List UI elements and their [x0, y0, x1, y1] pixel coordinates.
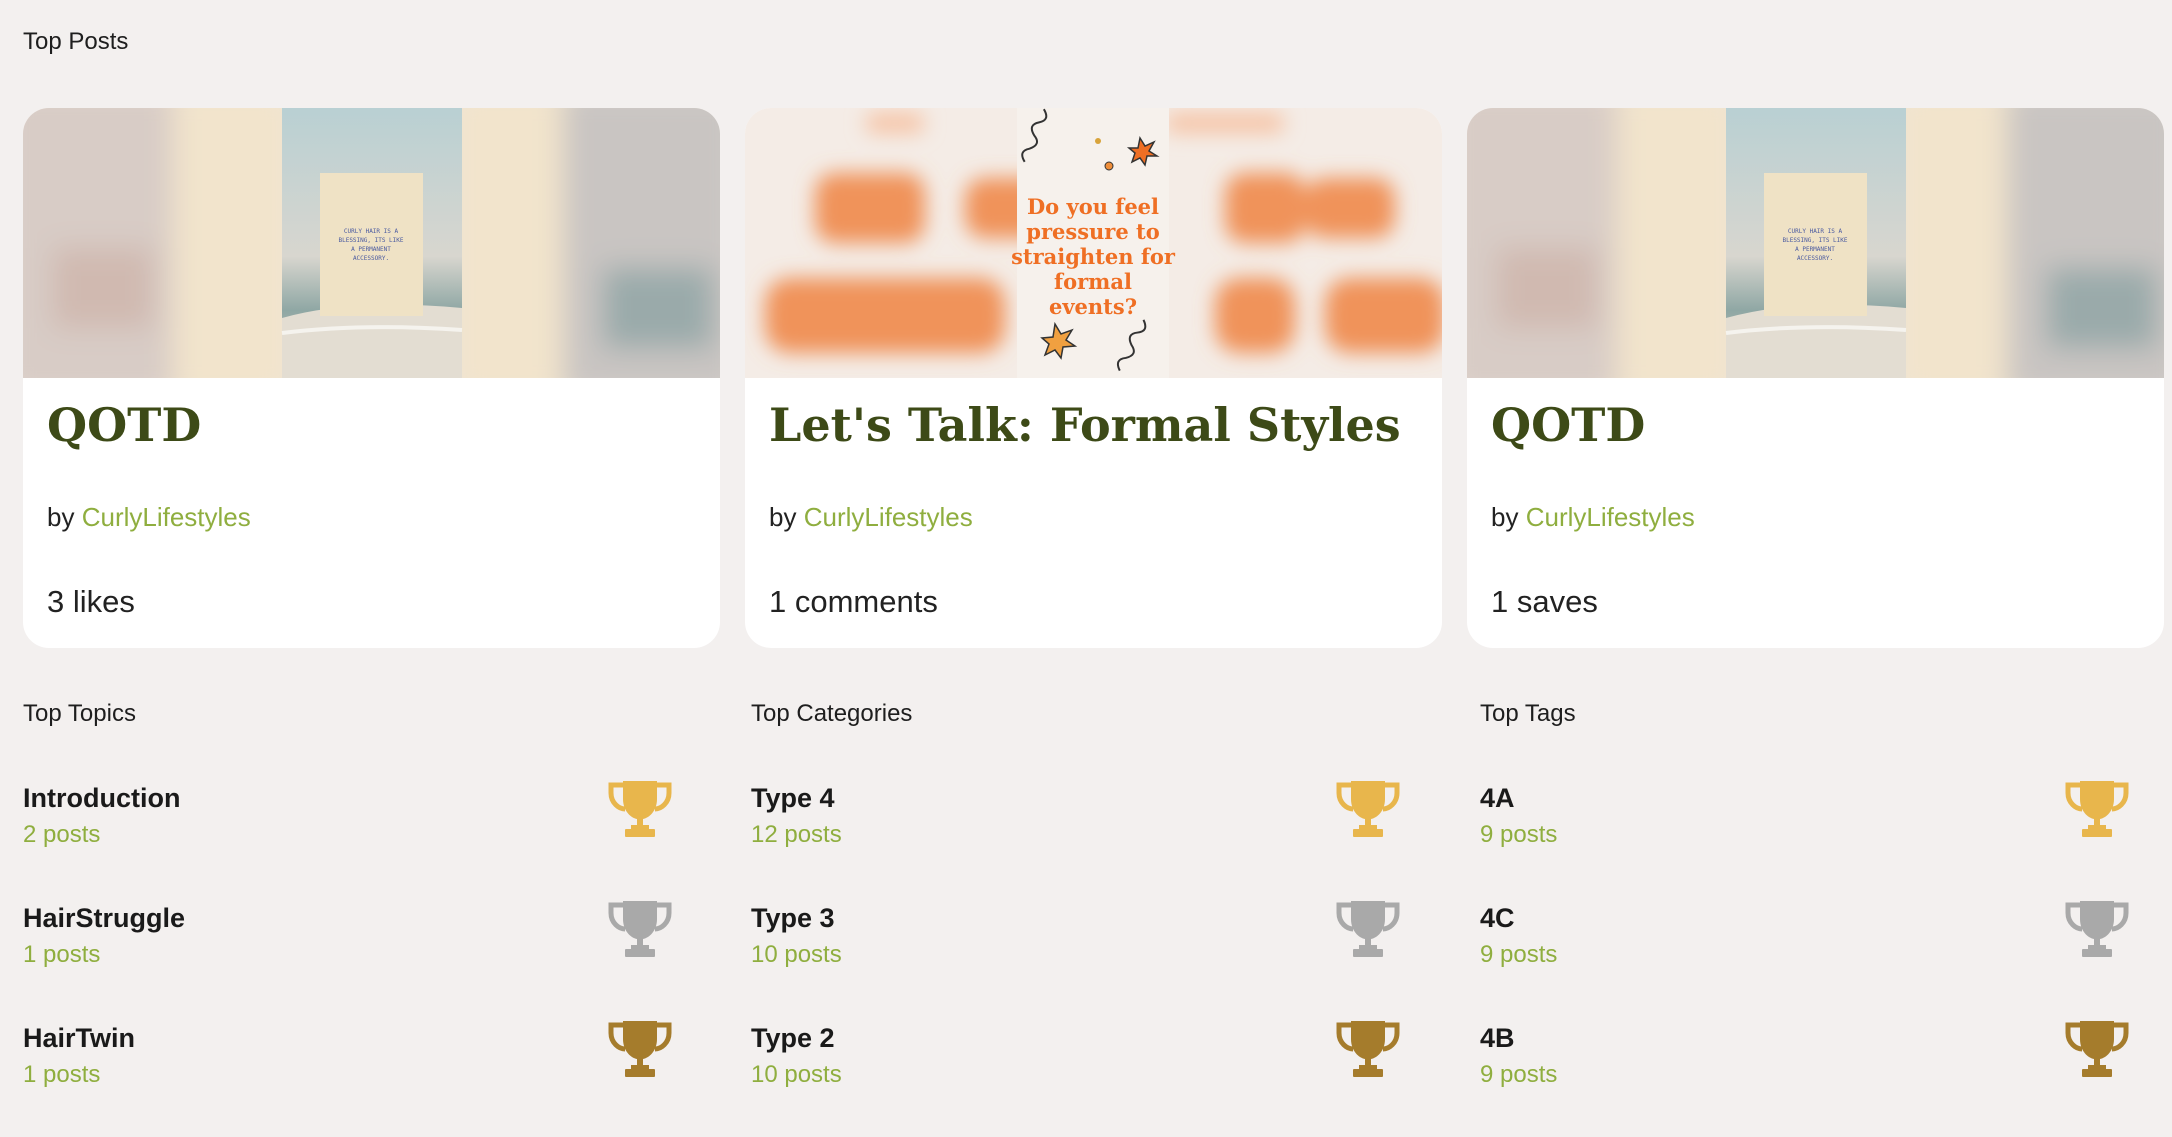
post-count: 9 posts [1480, 941, 1558, 968]
list-item[interactable]: Type 3 10 posts [751, 895, 1441, 995]
post-count: 9 posts [1480, 821, 1558, 848]
trophy-icon [608, 781, 672, 837]
category-name[interactable]: Type 2 [751, 1023, 835, 1054]
post-count: 12 posts [751, 821, 842, 848]
trophy-icon [608, 901, 672, 957]
top-topics-heading: Top Topics [23, 700, 136, 727]
top-tags-heading: Top Tags [1480, 700, 1576, 727]
post-title[interactable]: Let's Talk: Formal Styles [769, 398, 1401, 452]
trophy-icon [1336, 781, 1400, 837]
post-title[interactable]: QOTD [1491, 398, 1645, 452]
post-count: 10 posts [751, 1061, 842, 1088]
category-name[interactable]: Type 3 [751, 903, 835, 934]
image-text-line-1: Do you feel [1027, 194, 1159, 219]
image-text-line-5: events? [1049, 294, 1137, 319]
image-text-line-4: formal [1054, 269, 1132, 294]
post-card-2[interactable]: Do you feel pressure to straighten for f… [745, 108, 1442, 648]
topic-name[interactable]: HairStruggle [23, 903, 185, 934]
post-byline: by CurlyLifestyles [769, 502, 973, 533]
list-item[interactable]: HairStruggle 1 posts [23, 895, 713, 995]
image-text-line-2: pressure to [1026, 219, 1159, 244]
post-count: 2 posts [23, 821, 101, 848]
image-text-line-3: straighten for [1011, 244, 1176, 269]
post-image-2[interactable]: Do you feel pressure to straighten for f… [745, 108, 1442, 378]
trophy-icon [2065, 1021, 2129, 1077]
list-item[interactable]: Type 2 10 posts [751, 1015, 1441, 1115]
trophy-icon [608, 1021, 672, 1077]
trophy-icon [1336, 901, 1400, 957]
svg-text:BLESSING, ITS LIKE: BLESSING, ITS LIKE [1782, 237, 1847, 244]
list-item[interactable]: 4B 9 posts [1480, 1015, 2170, 1115]
post-title[interactable]: QOTD [47, 398, 201, 452]
post-count: 9 posts [1480, 1061, 1558, 1088]
post-image-3[interactable]: CURLY HAIR IS A BLESSING, ITS LIKE A PER… [1467, 108, 2164, 378]
post-byline: by CurlyLifestyles [1491, 502, 1695, 533]
post-card-1[interactable]: CURLY HAIR IS A BLESSING, ITS LIKE A PER… [23, 108, 720, 648]
post-image-1[interactable]: CURLY HAIR IS A BLESSING, ITS LIKE A PER… [23, 108, 720, 378]
author-link[interactable]: CurlyLifestyles [1526, 502, 1695, 532]
svg-text:CURLY HAIR IS A: CURLY HAIR IS A [1788, 228, 1843, 235]
svg-text:A PERMANENT: A PERMANENT [351, 246, 391, 253]
svg-text:A PERMANENT: A PERMANENT [1795, 246, 1835, 253]
tag-name[interactable]: 4C [1480, 903, 1515, 934]
topic-name[interactable]: HairTwin [23, 1023, 135, 1054]
post-likes-count: 3 likes [47, 584, 135, 619]
by-label: by [769, 502, 797, 532]
list-item[interactable]: Type 4 12 posts [751, 775, 1441, 875]
author-link[interactable]: CurlyLifestyles [82, 502, 251, 532]
list-item[interactable]: 4A 9 posts [1480, 775, 2170, 875]
svg-text:CURLY HAIR IS A: CURLY HAIR IS A [344, 228, 399, 235]
post-count: 10 posts [751, 941, 842, 968]
tag-name[interactable]: 4B [1480, 1023, 1515, 1054]
list-item[interactable]: HairTwin 1 posts [23, 1015, 713, 1115]
by-label: by [1491, 502, 1519, 532]
trophy-icon [2065, 781, 2129, 837]
category-name[interactable]: Type 4 [751, 783, 835, 814]
post-count: 1 posts [23, 1061, 101, 1088]
svg-text:ACCESSORY.: ACCESSORY. [353, 255, 389, 262]
svg-text:BLESSING, ITS LIKE: BLESSING, ITS LIKE [338, 237, 403, 244]
top-posts-heading: Top Posts [23, 28, 129, 55]
post-byline: by CurlyLifestyles [47, 502, 251, 533]
trophy-icon [2065, 901, 2129, 957]
top-categories-heading: Top Categories [751, 700, 913, 727]
list-item[interactable]: 4C 9 posts [1480, 895, 2170, 995]
by-label: by [47, 502, 75, 532]
post-card-3[interactable]: CURLY HAIR IS A BLESSING, ITS LIKE A PER… [1467, 108, 2164, 648]
trophy-icon [1336, 1021, 1400, 1077]
author-link[interactable]: CurlyLifestyles [804, 502, 973, 532]
post-count: 1 posts [23, 941, 101, 968]
tag-name[interactable]: 4A [1480, 783, 1515, 814]
list-item[interactable]: Introduction 2 posts [23, 775, 713, 875]
post-saves-count: 1 saves [1491, 584, 1598, 619]
svg-text:ACCESSORY.: ACCESSORY. [1797, 255, 1833, 262]
topic-name[interactable]: Introduction [23, 783, 180, 814]
post-comments-count: 1 comments [769, 584, 938, 619]
